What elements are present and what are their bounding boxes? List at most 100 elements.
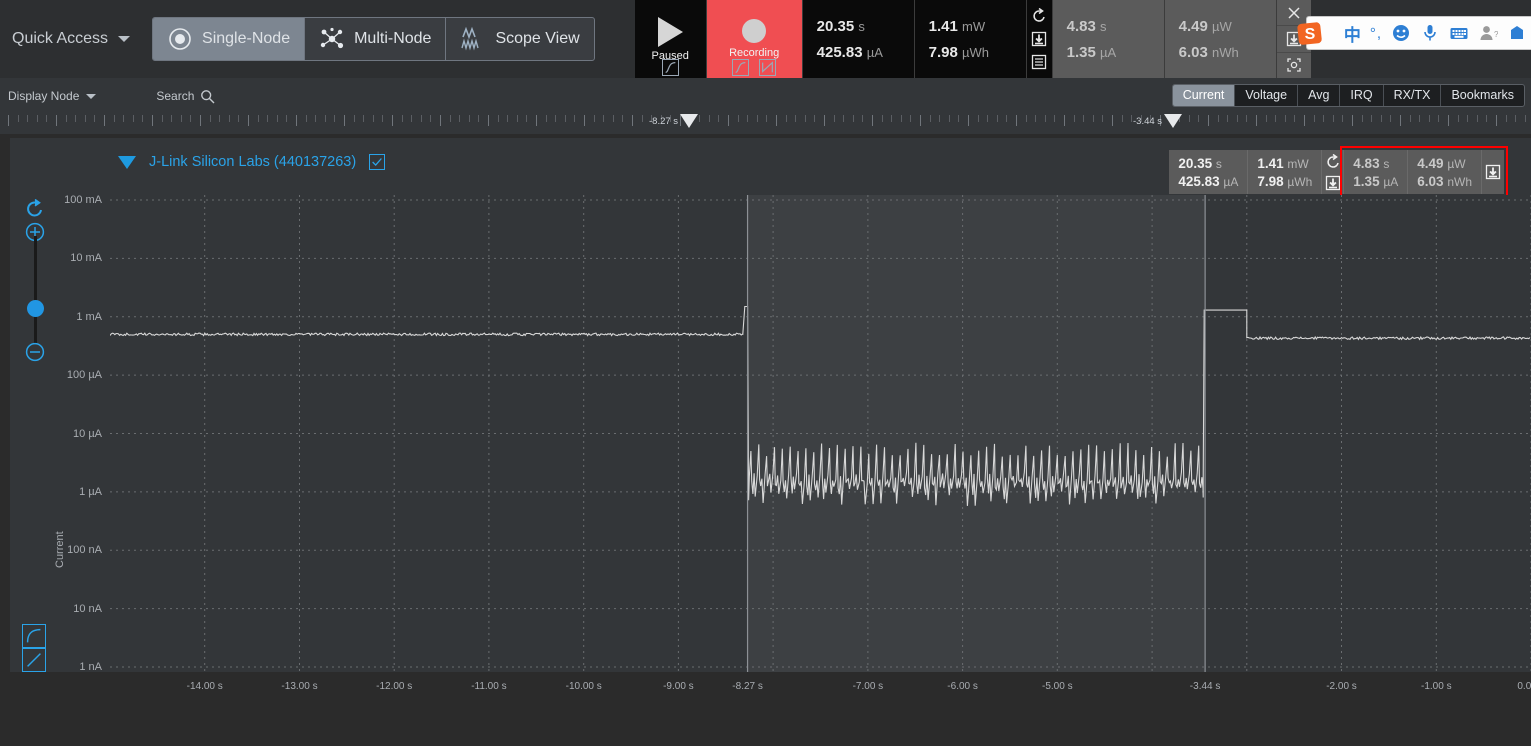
reset-icon[interactable] [1325, 153, 1341, 170]
timeline-ruler[interactable]: -8.27 s -3.44 s [0, 114, 1531, 134]
view-tab-group: Current Voltage Avg IRQ RX/TX Bookmarks [1171, 84, 1525, 107]
zoom-out-icon[interactable] [25, 342, 45, 362]
tab-current[interactable]: Current [1172, 85, 1236, 106]
y-axis-tick: 10 nA [73, 602, 102, 615]
x-axis-tick: -12.00 s [376, 681, 413, 692]
export-icon[interactable] [1485, 164, 1501, 180]
float-power-cell: 1.41 mW 7.98 µWh [1248, 150, 1323, 194]
search-icon [201, 89, 215, 103]
plot-area[interactable] [110, 195, 1531, 672]
record-icon [742, 19, 767, 43]
ime-mode-label[interactable]: 中 [1344, 21, 1361, 46]
sogou-ime-toolbar[interactable]: S 中 °, [1297, 16, 1531, 50]
float-current: 425.83 µA [1178, 173, 1239, 189]
user-icon[interactable]: ? [1478, 23, 1498, 43]
float-selection-energy: 6.03 nWh [1417, 173, 1472, 189]
selection-time-cell: 4.83 s 1.35 µA [1052, 0, 1165, 78]
s-curve-icon[interactable] [661, 59, 679, 76]
float-selection-duration: 4.83 s [1353, 155, 1390, 171]
measurement-current: 425.83 µA [816, 43, 883, 61]
x-axis-tick: -8.27 s [732, 681, 763, 692]
top-toolbar: Quick Access Single-Node Multi-Node Scop… [0, 0, 1531, 78]
tab-voltage[interactable]: Voltage [1235, 85, 1299, 106]
ruler-cursor-start[interactable]: -8.27 s [649, 114, 699, 128]
display-node-dropdown[interactable]: Display Node [8, 89, 97, 103]
n-curve-icon[interactable] [759, 59, 777, 76]
keyboard-icon[interactable] [1449, 23, 1469, 43]
ruler-ticks [0, 114, 1531, 134]
reset-icon[interactable] [25, 199, 45, 219]
vertical-zoom-thumb[interactable] [27, 300, 44, 317]
mode-button-multi-node[interactable]: Multi-Node [305, 18, 447, 60]
sogou-logo: S [1297, 22, 1322, 45]
vertical-zoom-track[interactable] [34, 236, 37, 344]
chevron-down-icon[interactable] [118, 36, 131, 42]
x-axis-tick: -3.44 s [1189, 681, 1221, 692]
y-axis-tick: 1 µA [79, 485, 102, 498]
chevron-down-icon [86, 93, 97, 99]
toolbox-icon[interactable] [1507, 23, 1527, 43]
ruler-cursor-end[interactable]: -3.44 s [1133, 114, 1183, 128]
view-mode-group: Single-Node Multi-Node Scope View [152, 17, 595, 61]
triangle-down-icon[interactable] [118, 155, 136, 169]
play-mini-icon-row [635, 59, 706, 76]
snapshot-icon [1287, 58, 1301, 72]
bottom-bar: 1.00 s https://blog.csdn.net/mr4519 [0, 698, 1531, 746]
tab-bookmarks[interactable]: Bookmarks [1441, 85, 1524, 106]
log-scale-icon[interactable] [22, 624, 46, 648]
display-node-label: Display Node [8, 89, 80, 103]
scope-view-icon [461, 26, 480, 51]
tab-irq[interactable]: IRQ [1340, 85, 1384, 106]
single-node-icon [169, 28, 191, 50]
float-selection-export [1482, 150, 1504, 194]
scale-mode-buttons [22, 624, 46, 672]
s-curve-icon[interactable] [732, 59, 750, 76]
x-axis-labels: -14.00 s -13.00 s -12.00 s -11.00 s -10.00 s… [0, 676, 1531, 698]
x-axis-tick: -14.00 s [186, 681, 223, 692]
mode-label-scope-view: Scope View [495, 30, 580, 47]
play-icon [657, 16, 683, 47]
float-selection-power: 4.49 µW [1417, 155, 1466, 171]
tab-avg[interactable]: Avg [1298, 85, 1341, 106]
mode-label-single-node: Single-Node [202, 30, 291, 47]
list-icon[interactable] [1031, 54, 1047, 70]
emoji-icon[interactable] [1391, 23, 1411, 43]
search-control[interactable]: Search [156, 89, 215, 104]
tab-rxtx[interactable]: RX/TX [1384, 85, 1442, 106]
microphone-icon[interactable] [1420, 23, 1440, 43]
float-selection-time-cell: 4.83 s 1.35 µA [1344, 150, 1409, 194]
close-icon [1288, 7, 1300, 19]
transport-and-measurement-cluster: Paused Recording 20.35 s 425.83 µA 1.41 … [634, 0, 1311, 78]
y-axis-tick: 10 µA [73, 427, 102, 440]
reset-icon[interactable] [1031, 8, 1047, 24]
search-label: Search [156, 89, 195, 103]
play-pause-button[interactable]: Paused [634, 0, 707, 78]
x-axis-tick: -6.00 s [947, 681, 978, 692]
ime-punctuation-label[interactable]: °, [1370, 25, 1382, 42]
float-action-icons [1322, 150, 1345, 194]
quick-access-menu[interactable]: Quick Access [0, 30, 131, 48]
checkbox-icon[interactable] [369, 154, 386, 170]
snapshot-button[interactable] [1277, 53, 1311, 78]
linear-scale-icon[interactable] [22, 648, 46, 672]
device-row[interactable]: J-Link Silicon Labs (440137263) [118, 154, 386, 170]
vertical-zoom-control [18, 196, 52, 376]
mode-button-single-node[interactable]: Single-Node [153, 18, 306, 60]
record-button[interactable]: Recording [706, 0, 803, 78]
x-axis-tick: -2.00 s [1326, 681, 1357, 692]
x-axis-tick: -9.00 s [663, 681, 694, 692]
measurement-elapsed-time: 20.35 s [816, 17, 865, 35]
triangle-down-icon [1164, 114, 1183, 128]
x-axis-tick: -13.00 s [281, 681, 318, 692]
svg-text:S: S [1304, 26, 1315, 43]
floating-measurement-panel: 20.35 s 425.83 µA 1.41 mW 7.98 µWh 4.83 … [1169, 150, 1504, 194]
selection-power: 4.49 µW [1178, 17, 1232, 35]
ruler-cursor-end-label: -3.44 s [1133, 115, 1163, 127]
svg-text:?: ? [1494, 30, 1498, 39]
measurement-energy: 7.98 µWh [928, 43, 990, 61]
mode-button-scope-view[interactable]: Scope View [446, 18, 593, 60]
export-icon[interactable] [1325, 175, 1341, 191]
export-icon[interactable] [1031, 31, 1047, 47]
measurement-power: 1.41 mW [928, 17, 986, 35]
x-axis-tick: 0.00 s [1517, 681, 1531, 692]
